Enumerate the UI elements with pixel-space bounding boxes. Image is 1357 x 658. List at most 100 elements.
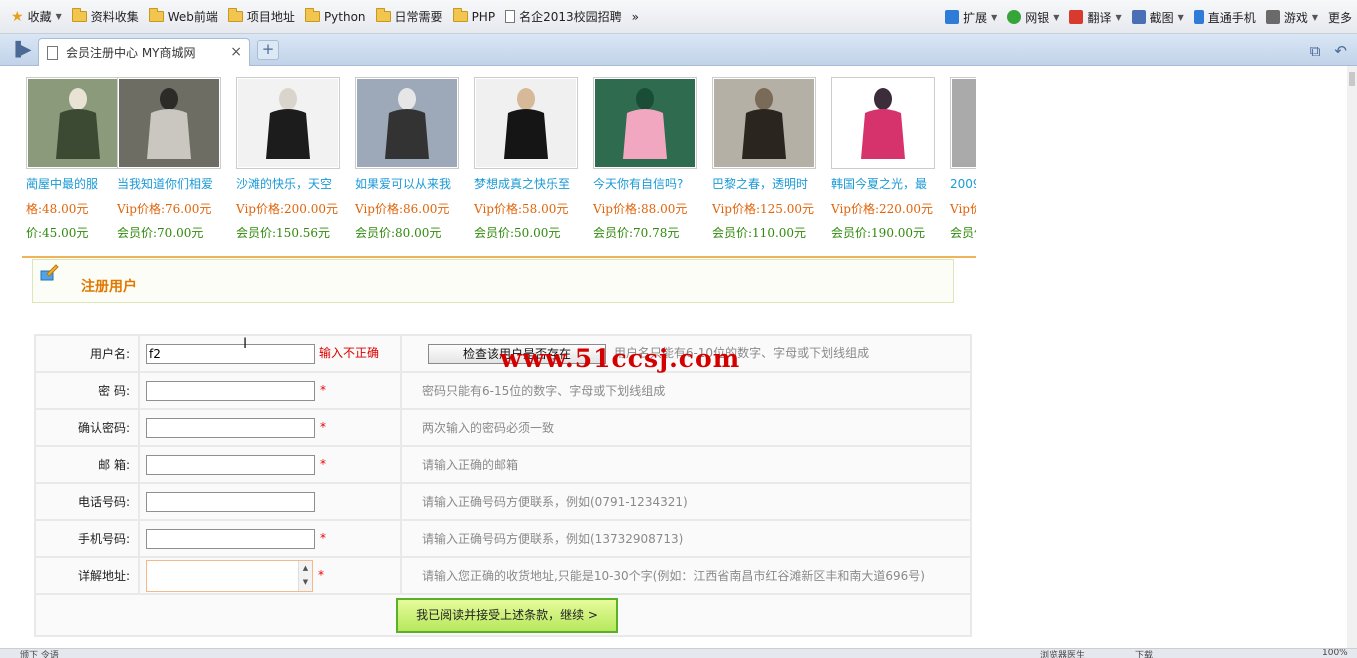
more-button[interactable]: 更多 — [1323, 5, 1357, 29]
chevron-down-icon: ▼ — [1311, 12, 1318, 22]
form-row-confirm-password: 确认密码: * 两次输入的密码必须一致 — [36, 410, 970, 445]
form-row-mobile: 手机号码: * 请输入正确号码方便联系，例如(13732908713) — [36, 521, 970, 556]
bookmark-folder[interactable]: Web前端 — [144, 5, 223, 29]
register-header: 注册用户 — [32, 259, 954, 303]
new-tab-button[interactable]: + — [257, 40, 279, 60]
edit-icon — [40, 264, 59, 281]
product-name[interactable]: 沙滩的快乐，天空 — [236, 175, 348, 192]
product-card[interactable]: 如果爱可以从来我 Vip价格:86.00元 会员价:80.00元 — [355, 77, 474, 241]
product-strip: 蔺屋中最的服 格:48.00元 价:45.00元 当我知道你们相爱 Vip价格:76.0… — [0, 77, 976, 247]
chevron-down-icon: ▼ — [55, 12, 62, 21]
vip-price: Vip价格:86.00元 — [355, 202, 450, 216]
product-photo — [119, 79, 219, 167]
product-name[interactable]: 今天你有自信吗? — [593, 175, 705, 192]
folder-icon — [148, 8, 164, 22]
field-hint: 两次输入的密码必须一致 — [402, 410, 970, 445]
product-name[interactable]: 2009年 — [950, 175, 976, 192]
product-image[interactable] — [117, 77, 221, 169]
product-name[interactable]: 如果爱可以从来我 — [355, 175, 467, 192]
email-input[interactable] — [146, 454, 315, 475]
username-input[interactable]: f2 — [146, 343, 315, 364]
field-label: 用户名: — [36, 336, 138, 371]
more-bookmarks-chevron-icon[interactable]: » — [627, 5, 644, 29]
close-icon[interactable]: × — [230, 44, 242, 60]
address-textarea[interactable]: ▲ ▼ — [146, 559, 313, 592]
vip-price: Vip价格:58.00元 — [474, 202, 569, 216]
product-card[interactable]: 巴黎之春，透明时 Vip价格:125.00元 会员价:110.00元 — [712, 77, 831, 241]
gamepad-icon — [1265, 10, 1280, 24]
required-mark: * — [320, 531, 326, 545]
translate-icon — [1069, 10, 1084, 24]
field-label: 手机号码: — [36, 521, 138, 556]
product-name[interactable]: 巴黎之春，透明时 — [712, 175, 824, 192]
product-image[interactable] — [831, 77, 935, 169]
online-banking-button[interactable]: 网银 ▼ — [1002, 5, 1064, 29]
member-price: 会员价:70.78元 — [593, 226, 680, 240]
zoom-level[interactable]: 100% — [1322, 649, 1348, 658]
product-card[interactable]: 韩国今夏之光，最 Vip价格:220.00元 会员价:190.00元 — [831, 77, 950, 241]
field-label: 详解地址: — [36, 558, 138, 593]
product-card[interactable]: 梦想成真之快乐至 Vip价格:58.00元 会员价:50.00元 — [474, 77, 593, 241]
page-icon — [47, 45, 58, 60]
product-image[interactable] — [26, 77, 130, 169]
field-label: 确认密码: — [36, 410, 138, 445]
form-row-address: 详解地址: ▲ ▼ * 请输入您正确的收货地址,只能是10-30个字(例如：江西省南… — [36, 558, 970, 593]
member-price: 会员价:80.00元 — [355, 226, 442, 240]
chevron-down-icon: ▼ — [1177, 12, 1184, 22]
toolbar-right: 扩展 ▼ 网银 ▼ 翻译 ▼ 截图 ▼ 直通手机 游戏 ▼ 更多 — [940, 0, 1357, 33]
scrollbar-thumb[interactable] — [1349, 72, 1355, 86]
browser-doctor-link[interactable]: 浏览器医生 — [1040, 649, 1085, 658]
bookmark-folder[interactable]: 资料收集 — [67, 5, 144, 29]
confirm-password-input[interactable] — [146, 417, 315, 438]
page-scrollbar[interactable] — [1347, 66, 1357, 648]
field-label: 邮 箱: — [36, 447, 138, 482]
translate-button[interactable]: 翻译 ▼ — [1064, 5, 1126, 29]
product-card[interactable]: 沙滩的快乐，天空 Vip价格:200.00元 会员价:150.56元 — [236, 77, 355, 241]
field-hint: 请输入正确的邮箱 — [402, 447, 970, 482]
product-card[interactable]: 2009年 Vip价会员价 — [950, 77, 976, 241]
product-photo — [476, 79, 576, 167]
screenshot-button[interactable]: 截图 ▼ — [1127, 5, 1189, 29]
product-name[interactable]: 韩国今夏之光，最 — [831, 175, 943, 192]
product-card[interactable]: 当我知道你们相爱 Vip价格:76.00元 会员价:70.00元 — [117, 77, 236, 241]
vip-price: Vip价格:125.00元 — [712, 202, 815, 216]
field-hint: 请输入正确号码方便联系，例如(13732908713) — [402, 521, 970, 556]
tab-active[interactable]: 会员注册中心 MY商城网 × — [38, 38, 250, 66]
product-image[interactable] — [474, 77, 578, 169]
bookmark-page[interactable]: 名企2013校园招聘 — [500, 5, 627, 29]
field-label: 密 码: — [36, 373, 138, 408]
extensions-button[interactable]: 扩展 ▼ — [940, 5, 1002, 29]
product-name[interactable]: 梦想成真之快乐至 — [474, 175, 586, 192]
product-name[interactable]: 当我知道你们相爱 — [117, 175, 229, 192]
registration-form: 用户名: f2 输入不正确 检查该用户是否存在 用户名只能有6-10位的数字、字母… — [34, 334, 972, 637]
back-arrow-icon[interactable]: ↶ — [1334, 42, 1347, 60]
sidebar-toggle-icon[interactable]: ▐▶ — [10, 42, 32, 58]
send-to-phone-button[interactable]: 直通手机 — [1189, 5, 1261, 29]
scrollbar[interactable]: ▲ ▼ — [298, 560, 312, 591]
product-card[interactable]: 今天你有自信吗? Vip价格:88.00元 会员价:70.78元 — [593, 77, 712, 241]
watermark: www.51ccsj.com — [500, 344, 741, 373]
bookmark-folder[interactable]: 日常需要 — [371, 5, 448, 29]
bookmark-favorites[interactable]: ★ 收藏 ▼ — [6, 5, 67, 29]
bookmark-folder[interactable]: 项目地址 — [223, 5, 300, 29]
product-image[interactable] — [593, 77, 697, 169]
form-row-submit: 我已阅读并接受上述条款，继续 > — [36, 595, 970, 635]
accept-continue-button[interactable]: 我已阅读并接受上述条款，继续 > — [396, 597, 618, 633]
downloads-link[interactable]: 下载 — [1135, 649, 1153, 658]
phone-input[interactable] — [146, 491, 315, 512]
product-image[interactable] — [950, 77, 976, 169]
chevron-down-icon: ▼ — [991, 12, 998, 22]
vip-price: Vip价格:88.00元 — [593, 202, 688, 216]
password-input[interactable] — [146, 380, 315, 401]
bookmark-folder[interactable]: PHP — [448, 5, 501, 29]
bookmark-folder[interactable]: Python — [300, 5, 371, 29]
product-image[interactable] — [236, 77, 340, 169]
restore-tabs-icon[interactable]: ⧉ — [1310, 42, 1321, 60]
mobile-input[interactable] — [146, 528, 315, 549]
product-image[interactable] — [355, 77, 459, 169]
games-button[interactable]: 游戏 ▼ — [1261, 5, 1323, 29]
product-image[interactable] — [712, 77, 816, 169]
required-mark: * — [320, 420, 326, 434]
chevron-down-icon: ▼ — [1053, 12, 1060, 22]
member-price: 会员价:190.00元 — [831, 226, 926, 240]
